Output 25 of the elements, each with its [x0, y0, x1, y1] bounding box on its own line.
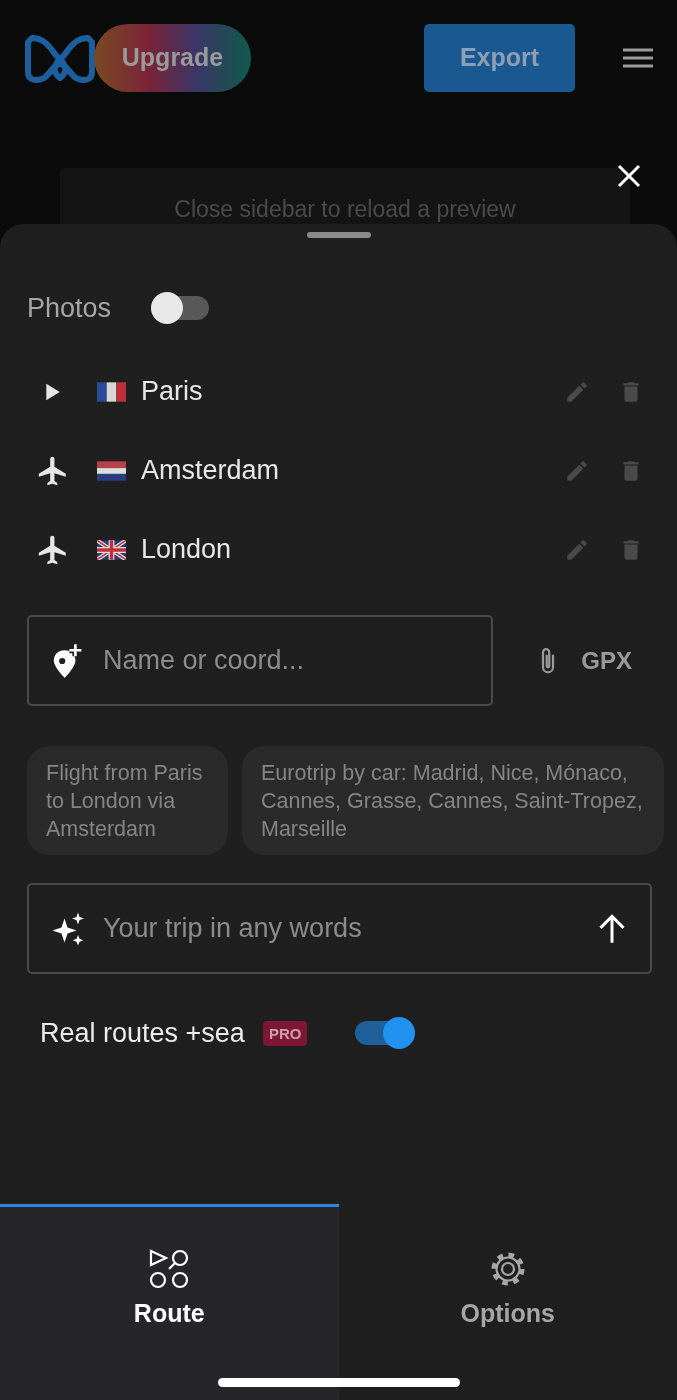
upgrade-button[interactable]: Upgrade	[94, 23, 251, 92]
stop-name: Paris	[141, 376, 203, 407]
menu-icon[interactable]	[623, 47, 653, 68]
stop-name: Amsterdam	[141, 455, 280, 486]
pro-badge: PRO	[262, 1020, 308, 1046]
toggle-switch[interactable]	[151, 292, 210, 324]
drag-handle[interactable]	[306, 232, 371, 238]
gpx-button[interactable]: GPX	[533, 636, 632, 685]
place-search-field[interactable]: Name or coord...	[27, 615, 493, 706]
suggestion-chip[interactable]: Eurotrip by car: Madrid, Nice, Mónaco, Cannes, Grasse, Cannes, Saint-Tropez, Marseille	[242, 746, 664, 855]
real-routes-label: Real routes +sea	[40, 1017, 245, 1049]
trip-prompt-field[interactable]: Your trip in any words	[27, 883, 652, 974]
add-location-icon	[51, 642, 83, 679]
stop-name: London	[141, 534, 232, 565]
suggestion-chip[interactable]: Flight from Paris to London via Amsterdam	[27, 746, 228, 855]
close-icon[interactable]	[617, 164, 641, 188]
photos-label: Photos	[27, 292, 112, 324]
france-flag-icon	[97, 381, 126, 402]
nav-tab[interactable]: Route	[0, 1204, 339, 1400]
toggle-switch[interactable]	[355, 1017, 414, 1049]
export-button[interactable]: Export	[424, 23, 575, 92]
send-arrow-icon[interactable]	[598, 913, 626, 944]
union-flag-icon	[97, 539, 126, 560]
netherlands-flag-icon	[97, 460, 126, 481]
route-icon	[149, 1249, 190, 1289]
